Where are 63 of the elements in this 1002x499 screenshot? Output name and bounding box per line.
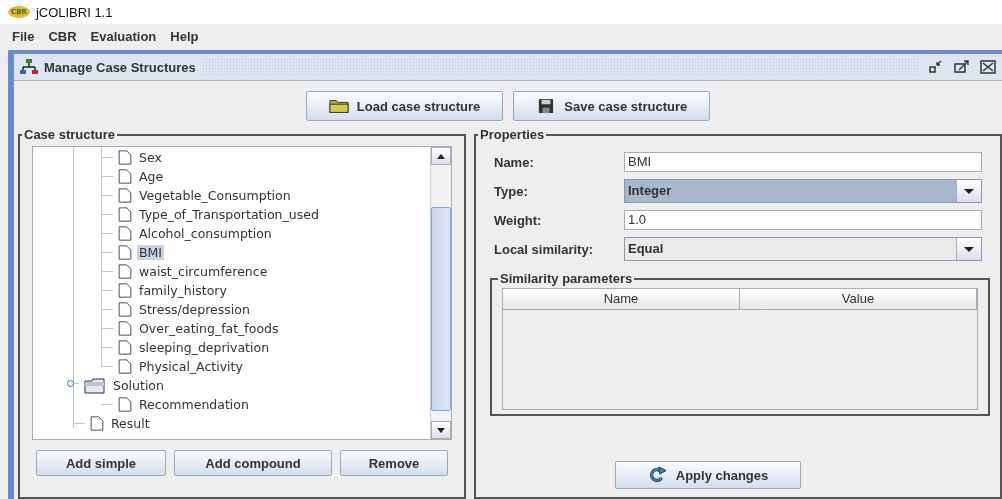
file-icon xyxy=(118,226,132,241)
file-icon xyxy=(118,150,132,165)
menu-item[interactable]: Help xyxy=(170,28,199,44)
file-icon xyxy=(118,264,132,279)
tree-item[interactable]: Solution xyxy=(111,378,166,393)
field-label: Name: xyxy=(494,154,535,170)
close-icon[interactable] xyxy=(980,60,996,74)
file-icon xyxy=(118,340,132,355)
file-icon xyxy=(118,321,132,336)
toolbar-button[interactable]: Load case structure xyxy=(305,91,504,121)
minimize-icon[interactable] xyxy=(928,60,944,74)
column-header[interactable]: Value xyxy=(740,289,977,309)
menu-item[interactable]: File xyxy=(12,28,35,44)
file-icon xyxy=(118,188,132,203)
input-field[interactable]: 1.0 xyxy=(624,210,982,230)
menu-item[interactable]: Evaluation xyxy=(90,28,157,44)
action-button[interactable]: Remove xyxy=(340,450,448,476)
tree-item[interactable]: Sex xyxy=(137,150,164,165)
group-title: Similarity parameters xyxy=(499,271,634,286)
tree-item[interactable]: Over_eating_fat_foods xyxy=(137,321,281,336)
scrollbar[interactable] xyxy=(430,147,451,439)
tree-item[interactable]: Recommendation xyxy=(137,397,251,412)
action-button[interactable]: Add compound xyxy=(174,450,332,476)
file-icon xyxy=(118,283,132,298)
group-title: Properties xyxy=(479,127,546,142)
tree-item[interactable]: BMI xyxy=(137,245,165,260)
apply-button[interactable]: Apply changes xyxy=(615,461,801,489)
folder-icon xyxy=(84,377,106,394)
dropdown[interactable]: Equal xyxy=(624,237,982,261)
tree-item[interactable]: Physical_Activity xyxy=(137,359,245,374)
action-button[interactable]: Add simple xyxy=(36,450,166,476)
tree-item[interactable]: sleeping_deprivation xyxy=(137,340,272,355)
field-label: Local similarity: xyxy=(494,241,594,257)
file-icon xyxy=(118,245,132,260)
menu-item[interactable]: CBR xyxy=(48,28,77,44)
frame-title: Manage Case Structures xyxy=(44,59,196,75)
hierarchy-icon xyxy=(20,59,38,75)
tree-item[interactable]: Age xyxy=(137,169,166,184)
tree-item[interactable]: family_history xyxy=(137,283,229,298)
field-label: Weight: xyxy=(494,212,543,228)
tree-item[interactable]: Result xyxy=(109,416,152,431)
window-title: jCOLIBRI 1.1 xyxy=(35,4,113,20)
file-icon xyxy=(118,302,132,317)
file-icon xyxy=(118,359,132,374)
tree-item[interactable]: Alcohol_consumption xyxy=(137,226,274,241)
dropdown[interactable]: Integer xyxy=(624,179,982,203)
file-icon xyxy=(118,207,132,222)
tree-item[interactable]: Type_of_Transportation_used xyxy=(137,207,321,222)
tree-item[interactable]: Vegetable_Consumption xyxy=(137,188,293,203)
tree-item[interactable]: waist_circumference xyxy=(137,264,270,279)
field-label: Type: xyxy=(494,183,529,199)
tree-handle-icon[interactable] xyxy=(67,382,79,389)
file-icon xyxy=(90,416,104,431)
toolbar-button[interactable]: Save case structure xyxy=(513,91,711,121)
maximize-icon[interactable] xyxy=(954,60,970,74)
group-title: Case structure xyxy=(23,127,117,142)
tree-item[interactable]: Stress/depression xyxy=(137,302,252,317)
file-icon xyxy=(118,397,132,412)
column-header[interactable]: Name xyxy=(503,289,740,309)
input-field[interactable]: BMI xyxy=(624,152,982,172)
refresh-icon xyxy=(647,467,668,483)
file-icon xyxy=(118,169,132,184)
folder-icon xyxy=(328,98,349,114)
